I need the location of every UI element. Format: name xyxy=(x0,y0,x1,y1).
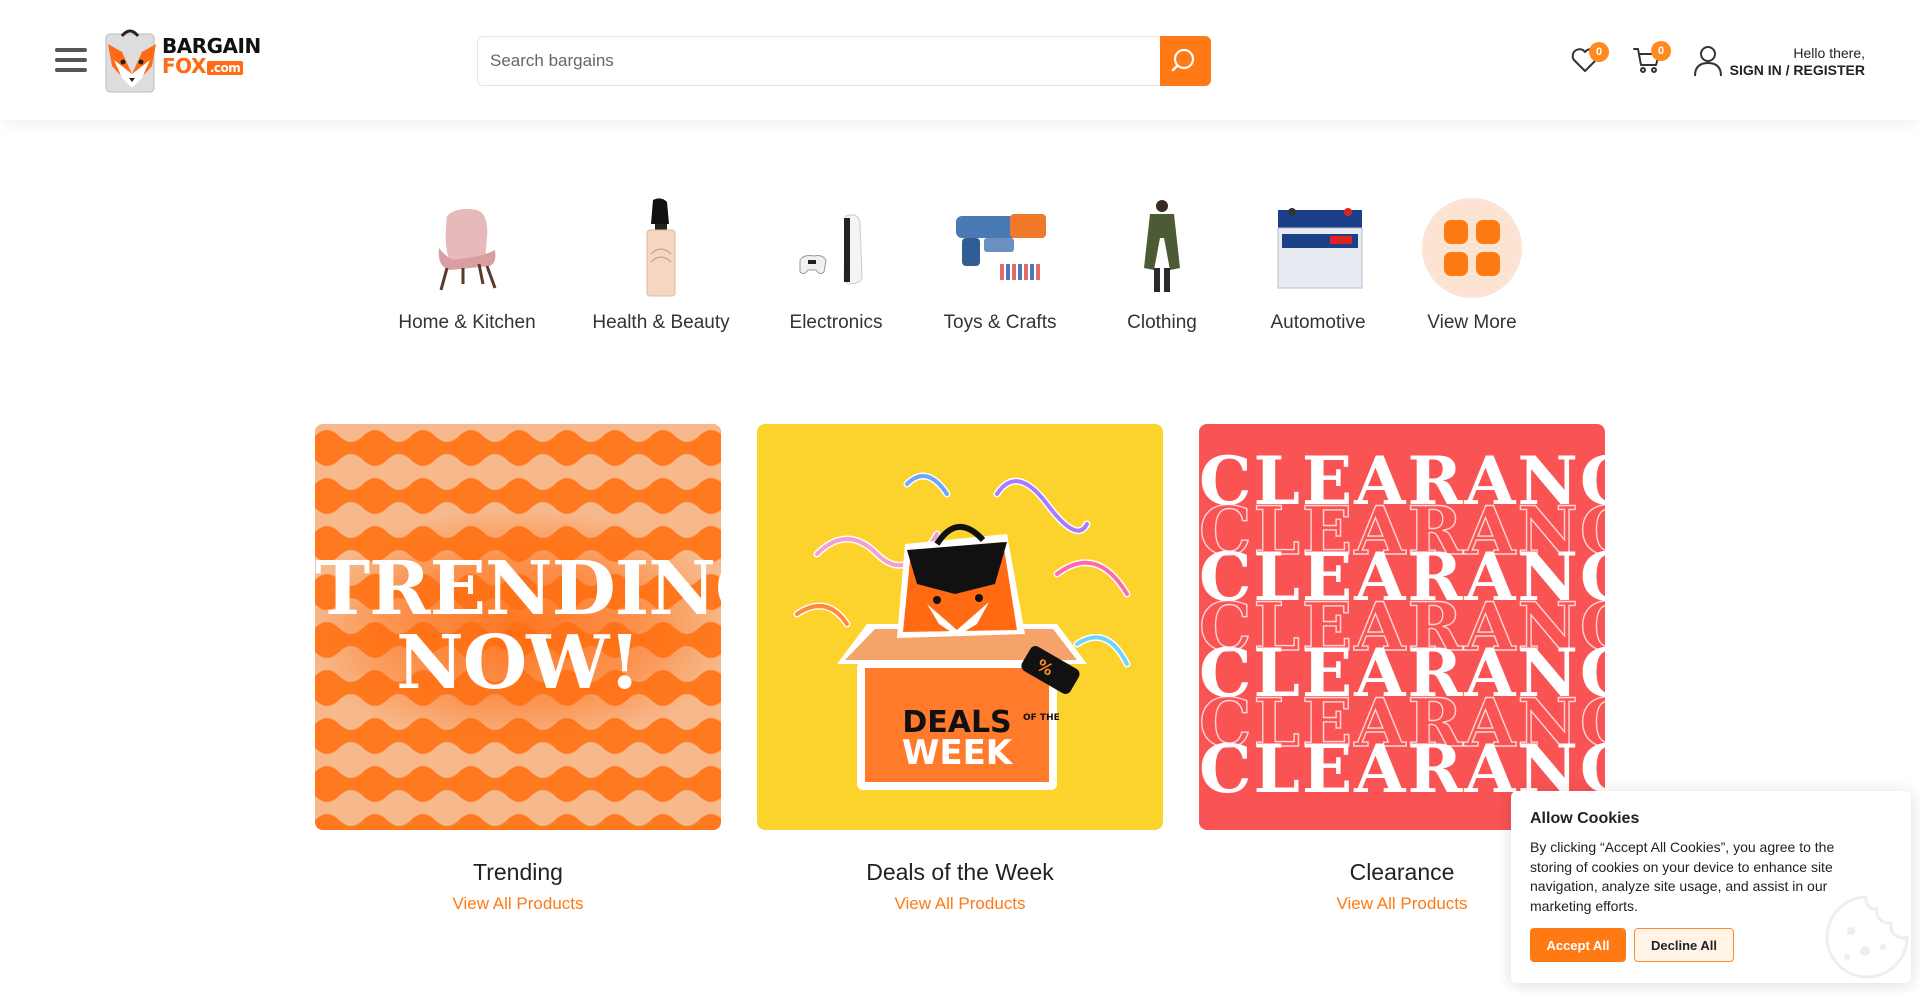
trending-art-line1: TRENDING xyxy=(315,546,721,632)
deals-banner-image[interactable]: % DEALS OF THE WEEK xyxy=(757,424,1163,830)
site-logo[interactable]: BARGAIN FOX .com xyxy=(102,26,262,96)
user-icon xyxy=(1694,46,1722,77)
category-health-beauty[interactable]: Health & Beauty xyxy=(590,198,732,338)
cookie-consent-banner: Allow Cookies By clicking “Accept All Co… xyxy=(1511,791,1911,983)
promo-card-clearance: CLEARANCE CLEARANCE CLEARANCE CLEARANCE … xyxy=(1199,424,1605,913)
search-bar xyxy=(477,36,1211,86)
category-label: Health & Beauty xyxy=(592,312,730,333)
category-toys-crafts[interactable]: Toys & Crafts xyxy=(940,198,1060,338)
clearance-banner-image[interactable]: CLEARANCE CLEARANCE CLEARANCE CLEARANCE … xyxy=(1199,424,1605,830)
trending-art-line2: NOW! xyxy=(396,620,641,706)
category-electronics[interactable]: Electronics xyxy=(786,198,886,338)
toy-blaster-image xyxy=(956,214,1046,280)
coat-image xyxy=(1144,200,1180,292)
accept-all-cookies-button[interactable]: Accept All xyxy=(1530,928,1626,962)
category-label: Clothing xyxy=(1127,312,1197,333)
wishlist-button[interactable]: 0 xyxy=(1569,42,1609,76)
promo-card-deals: % DEALS OF THE WEEK Deals of the Week Vi… xyxy=(757,424,1163,913)
wishlist-count-badge: 0 xyxy=(1589,42,1609,62)
cart-count-badge: 0 xyxy=(1651,41,1671,61)
logo-line1: BARGAIN xyxy=(162,34,261,58)
category-view-more[interactable]: View More xyxy=(1422,198,1522,338)
category-label: Toys & Crafts xyxy=(943,312,1057,333)
trending-banner-image[interactable]: TRENDING NOW! xyxy=(315,424,721,830)
car-battery-image xyxy=(1277,208,1363,289)
cart-button[interactable]: 0 xyxy=(1631,41,1671,76)
category-label: Electronics xyxy=(789,312,883,333)
category-label: View More xyxy=(1427,312,1517,333)
category-label: Automotive xyxy=(1270,312,1366,333)
promo-card-trending: TRENDING NOW! Trending View All Products xyxy=(315,424,721,913)
view-all-products-link[interactable]: View All Products xyxy=(757,894,1163,914)
logo-line2: FOX xyxy=(162,54,206,78)
category-label: Home & Kitchen xyxy=(398,312,536,333)
promo-title: Deals of the Week xyxy=(866,859,1054,885)
perfume-image xyxy=(646,198,676,297)
deals-illustration: % DEALS OF THE WEEK xyxy=(793,472,1131,790)
promo-title: Trending xyxy=(473,859,563,885)
category-clothing[interactable]: Clothing xyxy=(1112,198,1212,338)
armchair-image xyxy=(438,208,497,291)
search-button[interactable] xyxy=(1160,36,1211,86)
account-button[interactable]: Hello there, SIGN IN / REGISTER xyxy=(1693,42,1865,82)
signin-register-link[interactable]: SIGN IN / REGISTER xyxy=(1730,62,1865,78)
category-home-kitchen[interactable]: Home & Kitchen xyxy=(397,198,537,338)
logo-wordmark: BARGAIN FOX .com xyxy=(162,36,261,76)
cookie-title: Allow Cookies xyxy=(1530,810,1640,827)
search-input[interactable] xyxy=(478,37,1160,85)
cookie-description: By clicking “Accept All Cookies”, you ag… xyxy=(1530,839,1835,914)
deals-art-line3: WEEK xyxy=(902,733,1014,773)
trending-art-text: TRENDING NOW! xyxy=(315,552,721,700)
site-header: BARGAIN FOX.com 0 0 Hello ther xyxy=(0,0,1920,120)
view-all-products-link[interactable]: View All Products xyxy=(315,894,721,914)
search-icon xyxy=(1171,48,1195,72)
console-image xyxy=(799,214,863,285)
menu-icon[interactable] xyxy=(55,48,87,74)
deals-art-line2: OF THE xyxy=(1023,713,1060,723)
logo-line3: .com xyxy=(206,60,244,75)
category-automotive[interactable]: Automotive xyxy=(1263,198,1373,338)
decline-all-cookies-button[interactable]: Decline All xyxy=(1634,928,1734,962)
account-greeting: Hello there, xyxy=(1793,45,1865,61)
grid-icon xyxy=(1422,198,1522,298)
fox-logo-icon xyxy=(105,29,156,93)
